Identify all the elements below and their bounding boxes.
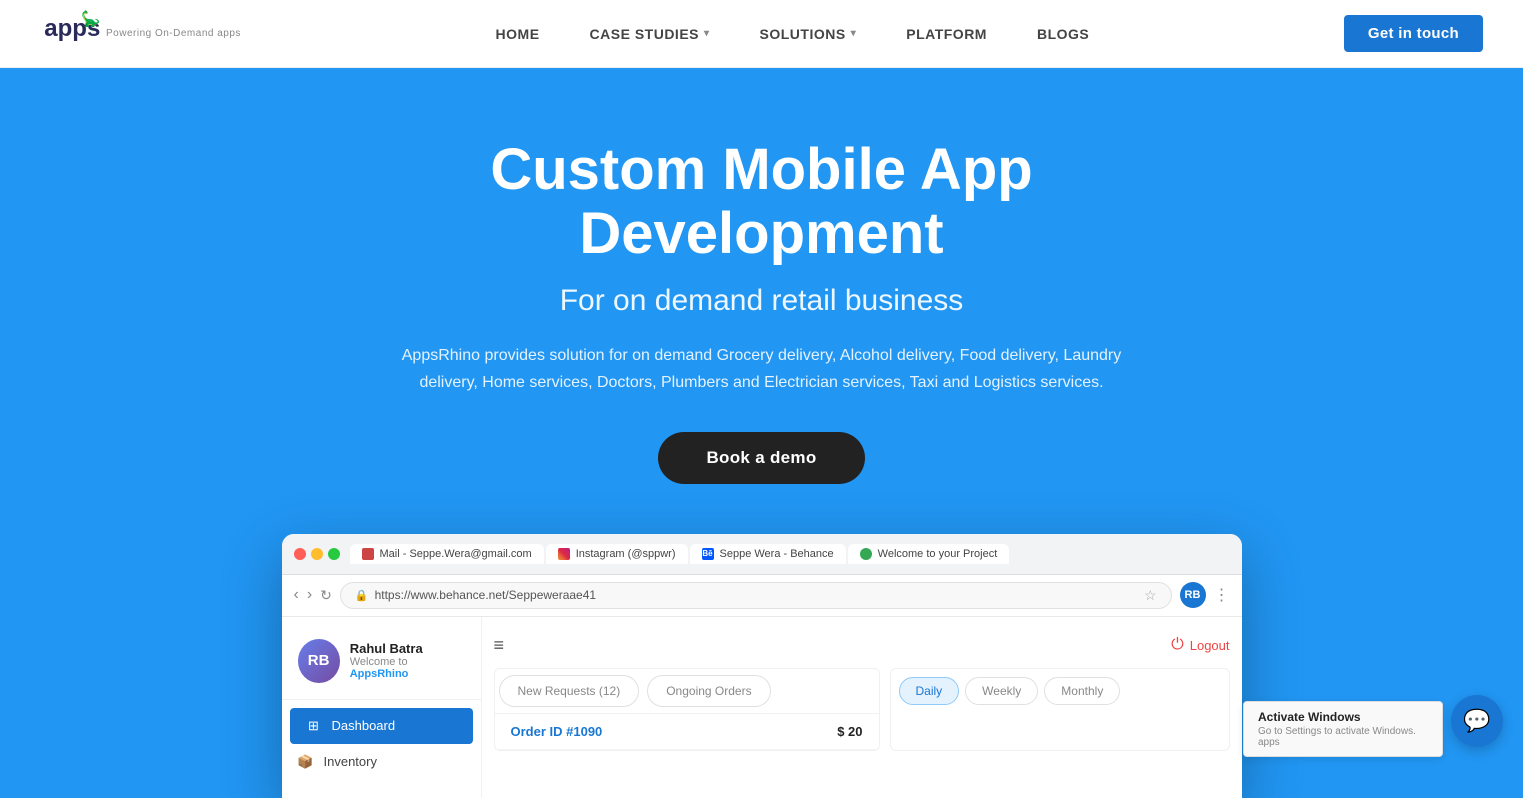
browser-window: Mail - Seppe.Wera@gmail.com Instagram (@… [282, 534, 1242, 798]
solutions-dropdown-arrow: ▾ [851, 28, 857, 39]
windows-activation-toast: Activate Windows Go to Settings to activ… [1243, 701, 1443, 757]
svg-text:🦕: 🦕 [81, 10, 100, 28]
order-price: $ 20 [837, 724, 862, 739]
order-row: Order ID #1090 $ 20 [495, 714, 879, 750]
browser-tab-instagram[interactable]: Instagram (@sppwr) [546, 544, 688, 564]
back-button[interactable]: ‹ [294, 586, 299, 604]
inventory-icon: 📦 [298, 754, 314, 770]
hamburger-menu[interactable]: ≡ [494, 635, 505, 656]
order-id: Order ID #1090 [511, 724, 603, 739]
forward-button[interactable]: › [307, 586, 312, 604]
get-in-touch-button[interactable]: Get in touch [1344, 15, 1483, 52]
ongoing-orders-tab[interactable]: Ongoing Orders [647, 675, 770, 707]
monthly-tab[interactable]: Monthly [1044, 677, 1120, 705]
case-studies-dropdown-arrow: ▾ [704, 28, 710, 39]
user-name: Rahul Batra [350, 641, 465, 656]
nav-platform[interactable]: PLATFORM [906, 26, 987, 42]
orders-tabs: New Requests (12) Ongoing Orders [495, 669, 879, 714]
user-welcome-text: Welcome to AppsRhino [350, 656, 465, 680]
logout-icon: ⏻ [1171, 636, 1184, 654]
minimize-window-dot[interactable] [311, 548, 323, 560]
browser-window-controls [294, 548, 340, 560]
instagram-tab-icon [558, 548, 570, 560]
browser-menu-icon[interactable]: ⋮ [1214, 585, 1230, 605]
windows-toast-title: Activate Windows [1258, 710, 1428, 724]
nav-home[interactable]: HOME [496, 26, 540, 42]
hero-subtitle: For on demand retail business [560, 284, 964, 318]
browser-nav-bar: ‹ › ↻ 🔒 https://www.behance.net/Seppewer… [282, 575, 1242, 617]
sidebar-menu: ⊞ Dashboard 📦 Inventory [282, 700, 481, 788]
windows-toast-subtitle: Go to Settings to activate Windows. apps [1258, 726, 1428, 748]
stats-time-tabs: Daily Weekly Monthly [899, 677, 1221, 705]
orders-panel: New Requests (12) Ongoing Orders Order I… [494, 668, 880, 751]
maximize-window-dot[interactable] [328, 548, 340, 560]
hero-title: Custom Mobile App Development [312, 138, 1212, 266]
dashboard-icon: ⊞ [306, 718, 322, 734]
browser-mockup: Mail - Seppe.Wera@gmail.com Instagram (@… [282, 534, 1242, 798]
logo-icon: apps 🦕 [40, 9, 100, 59]
browser-tab-behance[interactable]: Bē Seppe Wera - Behance [690, 544, 846, 564]
user-avatar: RB [298, 639, 340, 683]
hero-section: Custom Mobile App Development For on dem… [0, 68, 1523, 798]
browser-tab-mail[interactable]: Mail - Seppe.Wera@gmail.com [350, 544, 544, 564]
address-bar[interactable]: 🔒 https://www.behance.net/Seppeweraae41 … [340, 582, 1172, 609]
navbar: apps 🦕 Powering On-Demand apps HOME CASE… [0, 0, 1523, 68]
new-requests-tab[interactable]: New Requests (12) [499, 675, 640, 707]
stats-panel: Daily Weekly Monthly [890, 668, 1230, 751]
mail-tab-icon [362, 548, 374, 560]
sidebar-user-info: RB Rahul Batra Welcome to AppsRhino [282, 627, 481, 700]
close-window-dot[interactable] [294, 548, 306, 560]
sidebar-item-inventory[interactable]: 📦 Inventory [282, 744, 481, 780]
main-dashboard-area: ≡ ⏻ Logout New Requests (12) Ongoing Ord… [482, 617, 1242, 798]
logo[interactable]: apps 🦕 Powering On-Demand apps [40, 9, 241, 59]
project-tab-icon [860, 548, 872, 560]
appsrhino-link[interactable]: AppsRhino [350, 668, 409, 680]
weekly-tab[interactable]: Weekly [965, 677, 1038, 705]
book-demo-button[interactable]: Book a demo [658, 432, 864, 484]
daily-tab[interactable]: Daily [899, 677, 960, 705]
dashboard-content: RB Rahul Batra Welcome to AppsRhino ⊞ [282, 617, 1242, 798]
lock-icon: 🔒 [355, 589, 369, 602]
orders-section: New Requests (12) Ongoing Orders Order I… [494, 668, 1230, 751]
browser-user-avatar: RB [1180, 582, 1206, 608]
nav-case-studies[interactable]: CASE STUDIES ▾ [590, 26, 710, 42]
main-nav: HOME CASE STUDIES ▾ SOLUTIONS ▾ PLATFORM… [241, 26, 1344, 42]
dashboard-header: ≡ ⏻ Logout [494, 629, 1230, 668]
browser-tabs: Mail - Seppe.Wera@gmail.com Instagram (@… [350, 544, 1230, 564]
browser-topbar: Mail - Seppe.Wera@gmail.com Instagram (@… [282, 534, 1242, 575]
behance-tab-icon: Bē [702, 548, 714, 560]
reload-button[interactable]: ↻ [320, 587, 332, 604]
star-icon[interactable]: ☆ [1144, 587, 1157, 604]
logout-button[interactable]: ⏻ Logout [1171, 636, 1229, 654]
user-details: Rahul Batra Welcome to AppsRhino [350, 641, 465, 680]
chat-icon: 💬 [1463, 708, 1490, 734]
logo-text: Powering On-Demand apps [106, 28, 241, 39]
sidebar-item-dashboard[interactable]: ⊞ Dashboard [290, 708, 473, 744]
nav-blogs[interactable]: BLOGS [1037, 26, 1089, 42]
chat-widget[interactable]: 💬 [1451, 695, 1503, 747]
logo-tagline: Powering On-Demand apps [106, 28, 241, 39]
sidebar: RB Rahul Batra Welcome to AppsRhino ⊞ [282, 617, 482, 798]
hero-description: AppsRhino provides solution for on deman… [402, 342, 1122, 396]
browser-tab-project[interactable]: Welcome to your Project [848, 544, 1010, 564]
nav-solutions[interactable]: SOLUTIONS ▾ [760, 26, 857, 42]
